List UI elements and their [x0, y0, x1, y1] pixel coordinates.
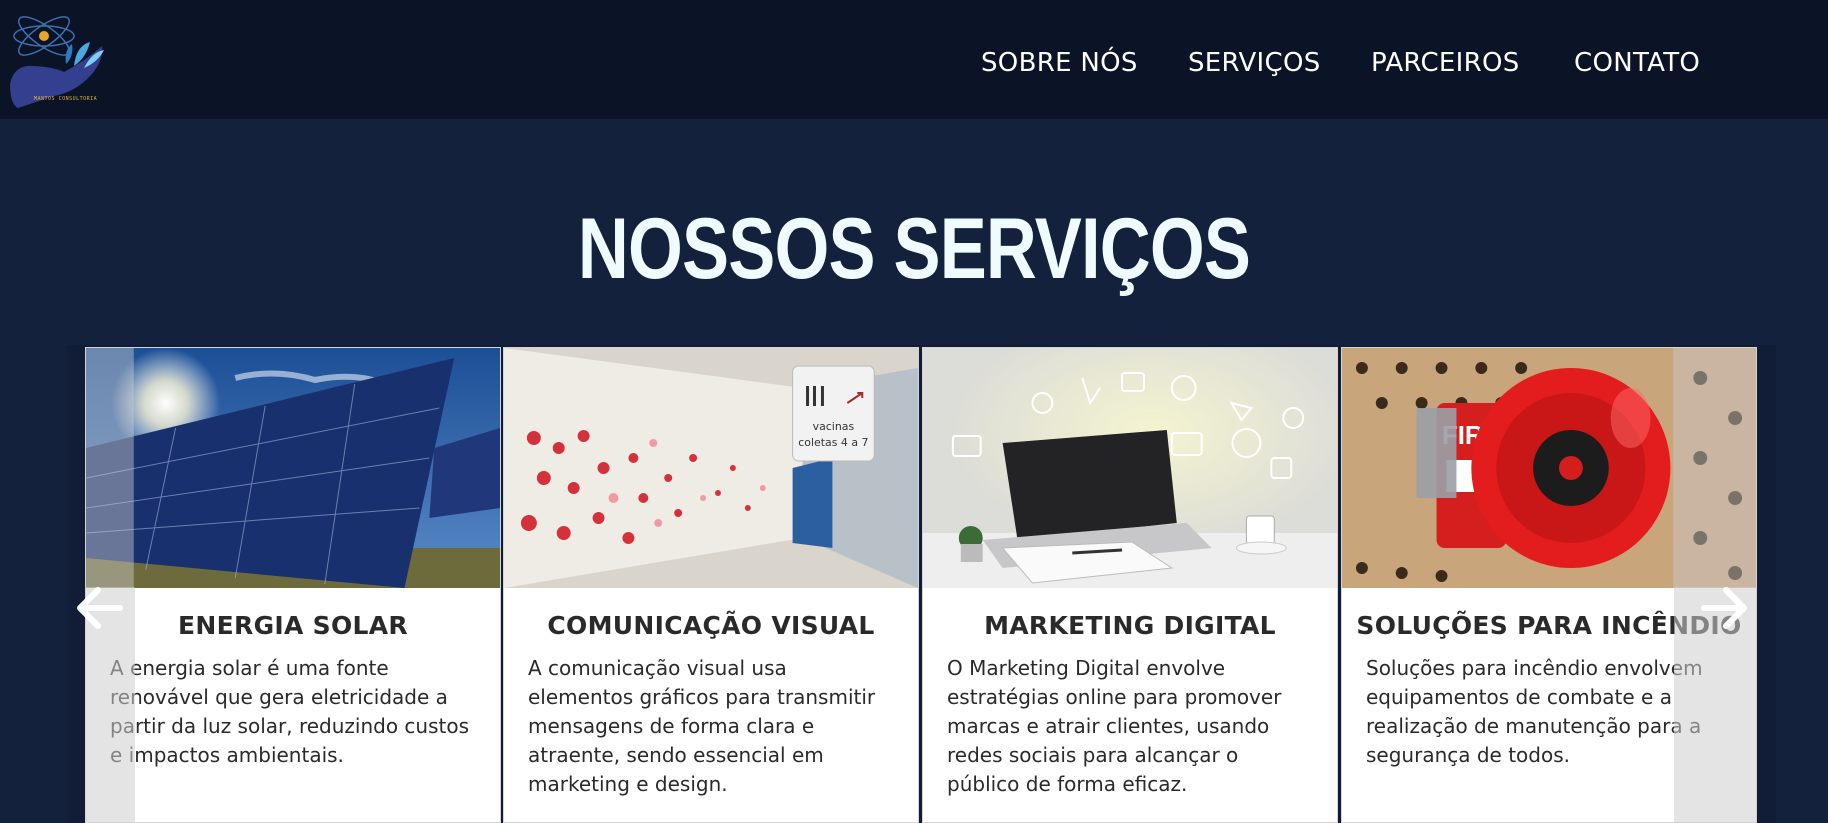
card-description: A comunicação visual usa elementos gráfi…: [528, 656, 876, 796]
card-title: COMUNICAÇÃO VISUAL: [547, 611, 875, 640]
nav-parceiros[interactable]: PARCEIROS: [1371, 48, 1520, 78]
arrow-right-icon: [1701, 587, 1747, 629]
nav-servicos[interactable]: SERVIÇOS: [1188, 48, 1321, 78]
marketing-digital-image: [923, 348, 1337, 588]
main-nav: SOBRE NÓS SERVIÇOS PARCEIROS CONTATO: [0, 48, 1828, 88]
card-description: O Marketing Digital envolve estratégias …: [947, 656, 1282, 796]
arrow-left-icon: [77, 587, 123, 629]
visual-communication-image: vacinas coletas 4 a 7: [504, 348, 918, 588]
service-card-energia-solar: ENERGIA SOLAR A energia solar é uma font…: [85, 347, 501, 823]
logo-text: MANTOS CONSULTORIA: [34, 96, 98, 102]
service-card-marketing-digital: MARKETING DIGITAL O Marketing Digital en…: [922, 347, 1338, 823]
card-title: ENERGIA SOLAR: [178, 611, 408, 640]
sign-text-vacinas: vacinas: [813, 420, 855, 433]
nav-contato[interactable]: CONTATO: [1574, 48, 1700, 78]
service-card-comunicacao-visual: vacinas coletas 4 a 7 COMUNICAÇÃO VISUAL…: [503, 347, 919, 823]
page-title: NOSSOS SERVIÇOS: [577, 201, 1251, 297]
carousel-prev-button[interactable]: [76, 586, 124, 638]
sign-text-coletas: coletas 4 a 7: [798, 436, 868, 449]
nav-sobre-nos[interactable]: SOBRE NÓS: [981, 48, 1138, 78]
fire-alarm-image: FIRE: [1342, 348, 1756, 588]
carousel-next-button[interactable]: [1700, 586, 1748, 638]
solar-panel-image: [86, 348, 500, 588]
card-description: A energia solar é uma fonte renovável qu…: [110, 656, 470, 767]
card-title: MARKETING DIGITAL: [984, 611, 1276, 640]
site-header: MANTOS CONSULTORIA SOBRE NÓS SERVIÇOS PA…: [0, 0, 1828, 119]
